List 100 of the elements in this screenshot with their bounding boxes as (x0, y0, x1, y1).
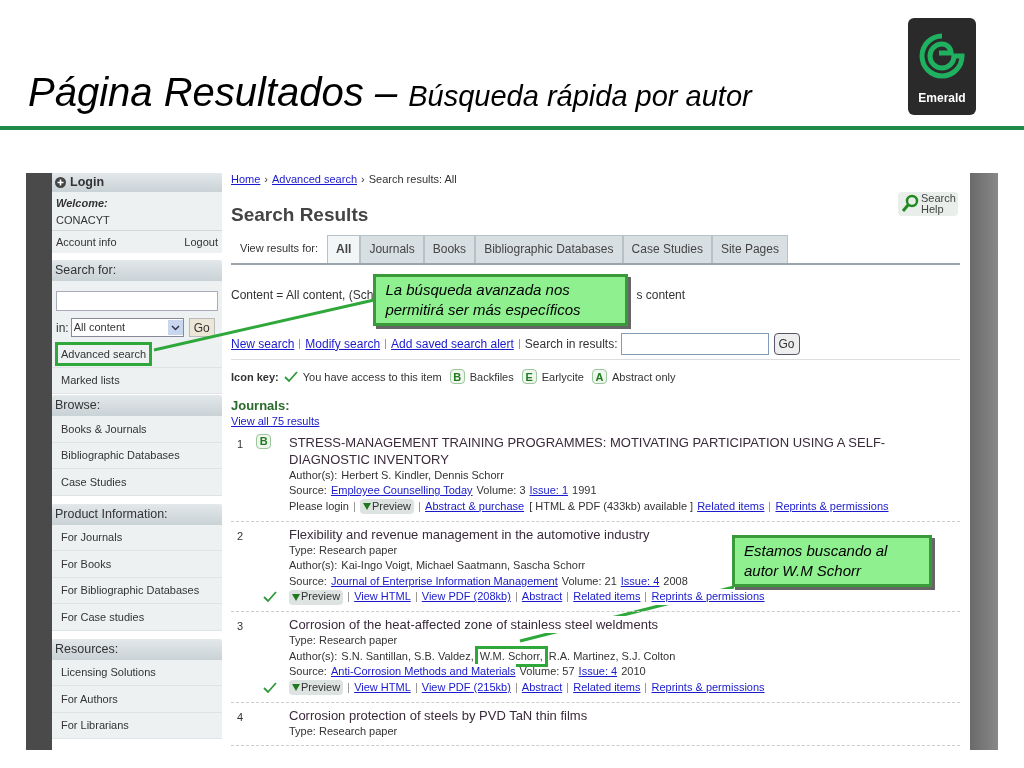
issue-link[interactable]: Issue: 1 (529, 483, 569, 499)
go-button[interactable]: Go (188, 318, 215, 337)
year-text: 2008 (663, 573, 688, 589)
account-link[interactable]: Account info (56, 233, 117, 251)
issue-link[interactable]: Issue: 4 (578, 664, 618, 680)
triangle-down-icon (292, 684, 300, 691)
journal-link[interactable]: Anti-Corrosion Methods and Materials (330, 664, 516, 680)
breadcrumb-separator: › (264, 173, 268, 188)
result-link[interactable]: View PDF (208kb) (421, 589, 511, 605)
section-title: Journals: (231, 399, 291, 413)
check-icon (263, 681, 277, 694)
sidebar-link[interactable]: For Journals (58, 528, 126, 547)
search-field[interactable] (56, 291, 218, 311)
sidebar-link[interactable]: For Books (58, 554, 115, 573)
result-type: Type: Research paper (289, 723, 398, 739)
volume-text: Volume: 21 (561, 573, 617, 589)
icon-key-label: Icon key: (231, 369, 279, 385)
sidebar-link[interactable]: Books & Journals (58, 419, 150, 438)
results-tab[interactable]: Books (423, 234, 476, 263)
result-link[interactable]: Abstract (521, 589, 563, 605)
sidebar-link[interactable]: For Authors (58, 689, 121, 708)
sidebar-link[interactable]: Marked lists (58, 371, 123, 390)
content-filter-text: s content (636, 286, 686, 304)
result-link[interactable]: Related items (573, 589, 641, 605)
sidebar-header: Browse: (52, 395, 222, 416)
view-all-link[interactable]: View all 75 results (231, 415, 320, 427)
authors-label: Author(s): (289, 558, 338, 573)
welcome-label: Welcome: (56, 196, 109, 211)
account-link[interactable]: Logout (184, 233, 218, 251)
plus-circle-icon (55, 177, 66, 188)
content-select[interactable]: All content (70, 318, 184, 337)
triangle-down-icon (362, 503, 371, 510)
letter-icon: B (256, 433, 272, 449)
results-tab[interactable]: Site Pages (711, 234, 788, 263)
icon-key-text: Abstract only (611, 369, 676, 385)
sidebar-link[interactable]: For Case studies (58, 607, 148, 626)
magnifier-icon (901, 194, 919, 214)
volume-text: Volume: 3 (476, 483, 526, 498)
letter-icon: B (449, 369, 465, 385)
volume-text: Volume: 57 (519, 664, 575, 679)
slide-title: Página Resultados – (28, 70, 399, 114)
result-number: 2 (237, 528, 244, 544)
authors-label: Author(s): (289, 648, 338, 664)
emerald-logo: Emerald (908, 18, 976, 115)
result-link[interactable]: Reprints & permissions (651, 589, 765, 605)
result-link[interactable]: View HTML (354, 589, 411, 605)
breadcrumb-current: Search results: All (368, 173, 457, 188)
search-help-button[interactable]: Search Help (898, 192, 958, 216)
source-label: Source: (289, 664, 327, 679)
check-icon (263, 591, 277, 603)
sidebar-link[interactable]: Case Studies (58, 472, 130, 491)
breadcrumb-link[interactable]: Home (231, 173, 261, 188)
sidebar-link[interactable]: Licensing Solutions (58, 663, 159, 682)
go-button[interactable]: Go (773, 332, 800, 355)
results-tab[interactable]: All (327, 234, 361, 263)
sidebar-link[interactable]: Advanced search (58, 344, 149, 363)
source-label: Source: (289, 483, 327, 498)
in-label: in: (56, 319, 69, 337)
user-name: CONACYT (56, 212, 111, 228)
preview-button[interactable]: Preview (289, 680, 344, 695)
sidebar-link[interactable]: Bibliographic Databases (58, 446, 183, 465)
content-filter-text: Content = All content, (Sch (231, 286, 374, 304)
letter-icon: E (521, 369, 537, 385)
search-in-results-field[interactable] (620, 332, 769, 355)
check-icon (283, 370, 298, 383)
source-label: Source: (289, 573, 327, 589)
page-title: Search Results (231, 203, 369, 227)
result-number: 4 (237, 709, 244, 725)
results-tab[interactable]: Case Studies (622, 234, 712, 263)
login-label: Login (70, 174, 104, 192)
results-tab[interactable]: Journals (360, 234, 424, 263)
slide-subtitle: Búsqueda rápida por autor (408, 80, 752, 112)
author-names: Kai-Ingo Voigt, Michael Saatmann, Sascha Schorr (341, 558, 586, 574)
callout-note: La búsqueda avanzada nos permitirá ser más específicos (373, 273, 629, 326)
result-number: 3 (237, 619, 244, 634)
sidebar-link[interactable]: For Bibliographic Databases (58, 581, 203, 600)
login-note: Please login (289, 498, 349, 514)
year-text: 1991 (572, 483, 597, 498)
year-text: 2010 (621, 664, 646, 679)
callout-note: Estamos buscando al autor W.M Schorr (732, 535, 932, 587)
login-header[interactable]: Login (52, 173, 222, 192)
icon-key-text: Backfiles (469, 369, 514, 385)
authors-label: Author(s): (289, 467, 338, 483)
result-type: Type: Research paper (289, 633, 398, 648)
chevron-down-icon (167, 320, 183, 335)
availability-note: [ HTML & PDF (433kb) available ] (529, 498, 694, 514)
search-in-label: Search in results: (524, 335, 618, 353)
results-tab[interactable]: Bibliographic Databases (475, 234, 623, 263)
sidebar-header: Resources: (52, 638, 222, 660)
result-title[interactable]: Corrosion of the heat-affected zone of stainless steel weldments (289, 616, 659, 633)
sidebar-header: Product Information: (52, 503, 222, 525)
icon-key-text: You have access to this item (302, 369, 442, 385)
preview-button[interactable]: Preview (289, 589, 344, 605)
letter-icon: A (591, 369, 607, 385)
journal-link[interactable]: Employee Counselling Today (330, 483, 473, 499)
sidebar-link[interactable]: For Librarians (58, 716, 132, 735)
swirl-icon (917, 31, 967, 81)
icon-key-text: Earlycite (541, 369, 584, 385)
preview-button[interactable]: Preview (359, 499, 415, 514)
breadcrumb-link[interactable]: Advanced search (272, 173, 357, 188)
